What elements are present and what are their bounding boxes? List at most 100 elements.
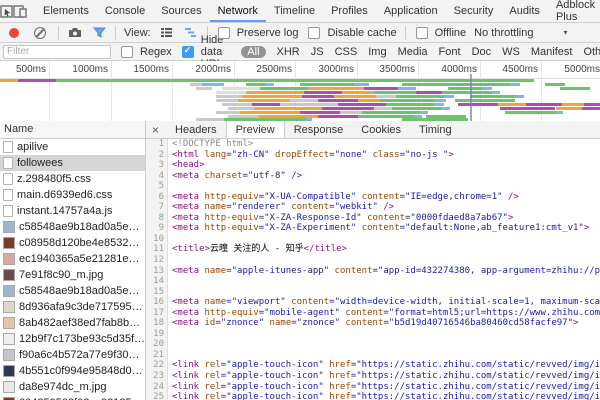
- tab-audits[interactable]: Audits: [501, 0, 548, 22]
- code-token: class: [367, 150, 400, 160]
- line-number: 13: [146, 266, 164, 277]
- preserve-log-checkbox[interactable]: [218, 27, 230, 39]
- request-row[interactable]: c58548ae9b18ad0a5e79fe4e...: [0, 219, 145, 235]
- tab-elements[interactable]: Elements: [35, 0, 97, 22]
- line-number: 22: [146, 360, 164, 371]
- code-token: <link: [172, 360, 199, 370]
- code-token: content: [286, 202, 329, 212]
- waterfall-bar: [318, 99, 358, 102]
- request-row[interactable]: apilive: [0, 139, 145, 155]
- code-token: rel: [199, 392, 221, 400]
- code-line: <link rel="apple-touch-icon" href="https…: [172, 360, 600, 371]
- request-row[interactable]: instant.14757a4a.js: [0, 203, 145, 219]
- filter-funnel-icon[interactable]: [87, 22, 111, 44]
- document-icon: [3, 141, 13, 153]
- detail-tab-cookies[interactable]: Cookies: [352, 121, 410, 138]
- request-row[interactable]: 12b9f7c173be93c5d35fea2d...: [0, 331, 145, 347]
- code-token: ="IE=edge,chrome=1": [400, 192, 503, 202]
- filter-pill-ws[interactable]: WS: [502, 46, 520, 58]
- request-row[interactable]: 4b551c0f994e95848d0dda09...: [0, 363, 145, 379]
- filter-input[interactable]: [3, 45, 111, 59]
- filter-pill-js[interactable]: JS: [311, 46, 324, 58]
- regex-checkbox[interactable]: [121, 46, 133, 58]
- waterfall-bar: [448, 87, 482, 90]
- record-button[interactable]: [9, 28, 19, 38]
- tab-adblock-plus[interactable]: Adblock Plus: [548, 0, 600, 22]
- close-icon[interactable]: ×: [146, 123, 166, 137]
- request-row[interactable]: c08958d120be4e853230649...: [0, 235, 145, 251]
- tab-timeline[interactable]: Timeline: [266, 0, 323, 22]
- screenshot-capture-icon[interactable]: [63, 22, 87, 44]
- line-number: 24: [146, 382, 164, 393]
- tab-network[interactable]: Network: [210, 0, 266, 22]
- list-view-icon[interactable]: [155, 22, 179, 44]
- source-code: <!DOCTYPE html><html lang="zh-CN" dropEf…: [168, 139, 600, 400]
- filter-pill-xhr[interactable]: XHR: [277, 46, 300, 58]
- code-token: ="https://static.zhihu.com/static/revved…: [351, 360, 600, 370]
- filter-pill-other[interactable]: Other: [583, 46, 600, 58]
- chevron-down-icon[interactable]: ▾: [563, 28, 567, 37]
- filter-pill-doc[interactable]: Doc: [472, 46, 492, 58]
- code-token: ="X-UA-Compatible": [259, 192, 357, 202]
- request-row[interactable]: c58548ae9b18ad0a5e79fe4e...: [0, 283, 145, 299]
- code-line: <link rel="apple-touch-icon" href="https…: [172, 371, 600, 382]
- filter-pill-font[interactable]: Font: [439, 46, 461, 58]
- code-line: <!DOCTYPE html>: [172, 139, 600, 150]
- waterfall-bar: [482, 87, 492, 90]
- offline-checkbox[interactable]: [416, 27, 428, 39]
- filter-pill-img[interactable]: Img: [368, 46, 386, 58]
- filter-pill-css[interactable]: CSS: [335, 46, 358, 58]
- code-token: rel: [199, 382, 221, 392]
- inspect-element-icon[interactable]: [0, 0, 13, 22]
- line-number: 3: [146, 160, 164, 171]
- request-row[interactable]: main.d6939ed6.css: [0, 187, 145, 203]
- name-column-header[interactable]: Name: [0, 121, 145, 139]
- request-row[interactable]: 604859508f08ec8213572f0e7: [0, 395, 145, 400]
- filter-pill-all[interactable]: All: [241, 46, 265, 58]
- waterfall-bar: [434, 103, 444, 106]
- request-name: ec1940365a5e21281ee71856...: [19, 253, 145, 265]
- waterfall-bar: [492, 91, 500, 94]
- detail-tab-timing[interactable]: Timing: [410, 121, 461, 138]
- offline-label[interactable]: Offline: [435, 27, 467, 39]
- detail-tab-headers[interactable]: Headers: [166, 121, 226, 138]
- filter-pill-manifest[interactable]: Manifest: [531, 46, 573, 58]
- request-row[interactable]: ec1940365a5e21281ee71856...: [0, 251, 145, 267]
- tab-sources[interactable]: Sources: [153, 0, 209, 22]
- preserve-log-label[interactable]: Preserve log: [237, 27, 299, 39]
- clear-button[interactable]: [34, 27, 46, 39]
- request-list: apilivefolloweesz.298480f5.cssmain.d6939…: [0, 139, 145, 400]
- request-row[interactable]: da8e974dc_m.jpg: [0, 379, 145, 395]
- tab-profiles[interactable]: Profiles: [323, 0, 376, 22]
- regex-label[interactable]: Regex: [140, 46, 172, 58]
- request-row[interactable]: z.298480f5.css: [0, 171, 145, 187]
- code-token: href: [324, 371, 351, 381]
- code-line: <meta name="viewport" content="width=dev…: [172, 297, 600, 308]
- request-row[interactable]: 7e91f8c90_m.jpg: [0, 267, 145, 283]
- request-row[interactable]: 8d936afa9c3de7175958fae5...: [0, 299, 145, 315]
- waterfall-view-icon[interactable]: [179, 22, 203, 44]
- hide-data-urls-checkbox[interactable]: [182, 46, 194, 58]
- code-token: 云曈 关注的人 - 知乎: [210, 244, 304, 254]
- detail-tab-preview[interactable]: Preview: [226, 121, 285, 138]
- request-row[interactable]: f90a6c4b572a77e9f30de153...: [0, 347, 145, 363]
- tab-application[interactable]: Application: [376, 0, 446, 22]
- tab-console[interactable]: Console: [97, 0, 153, 22]
- waterfall-bar: [216, 111, 240, 114]
- request-row[interactable]: 8ab482aef38ed7fab8bd4314...: [0, 315, 145, 331]
- line-number: 7: [146, 202, 164, 213]
- disable-cache-label[interactable]: Disable cache: [327, 27, 396, 39]
- device-toolbar-icon[interactable]: [13, 0, 27, 22]
- filter-pill-media[interactable]: Media: [398, 46, 428, 58]
- request-row[interactable]: followees: [0, 155, 145, 171]
- tick-label: 3000ms: [318, 61, 354, 78]
- waterfall-bar: [302, 95, 334, 98]
- tab-security[interactable]: Security: [446, 0, 502, 22]
- throttling-select[interactable]: No throttling: [474, 27, 533, 39]
- waterfall-bar: [402, 83, 510, 86]
- detail-tab-response[interactable]: Response: [285, 121, 353, 138]
- waterfall-overview[interactable]: 500ms1000ms1500ms2000ms2500ms3000ms3500m…: [0, 61, 600, 122]
- disable-cache-checkbox[interactable]: [308, 27, 320, 39]
- waterfall-bar: [396, 95, 444, 98]
- waterfall-bar: [516, 95, 524, 98]
